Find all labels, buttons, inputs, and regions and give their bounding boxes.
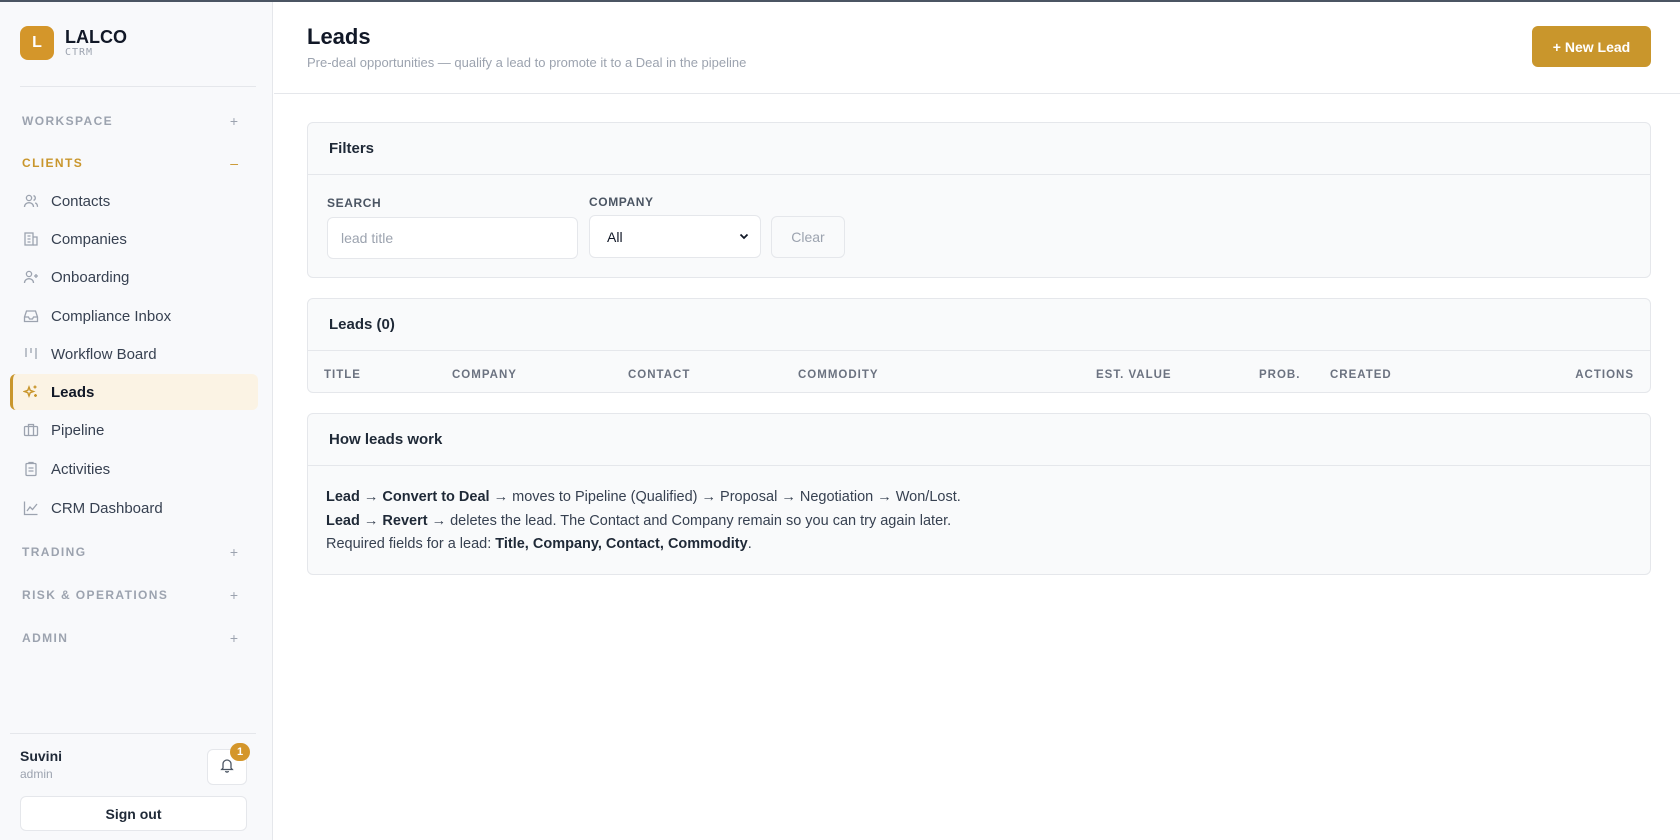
clipboard-icon (23, 461, 39, 477)
sidebar-item-label: Companies (51, 230, 127, 248)
filters-title: Filters (308, 123, 1650, 175)
sign-out-button[interactable]: Sign out (20, 796, 247, 831)
howto-line-required: Required fields for a lead: Title, Compa… (326, 536, 752, 552)
nav-group-trading[interactable]: TRADING + (22, 542, 244, 562)
sidebar-item-pipeline[interactable]: Pipeline (10, 412, 258, 448)
nav-group-label: WORKSPACE (22, 114, 114, 128)
sidebar-item-label: Contacts (51, 192, 111, 210)
company-select-value: All (607, 228, 623, 245)
divider (10, 733, 256, 734)
brand-name: LALCO (65, 26, 127, 47)
user-role: admin (20, 767, 53, 781)
nav-group-label: TRADING (22, 545, 87, 559)
how-leads-work-title: How leads work (308, 414, 1650, 466)
brand-logo: L (20, 26, 54, 60)
column-header-created[interactable]: CREATED (1330, 369, 1392, 381)
sidebar-item-contacts[interactable]: Contacts (10, 183, 258, 219)
column-header-est-value[interactable]: EST. VALUE (1096, 369, 1172, 381)
page-subtitle: Pre-deal opportunities — qualify a lead … (307, 55, 747, 70)
sidebar: L LALCO CTRM WORKSPACE + CLIENTS – Conta… (0, 2, 273, 840)
user-plus-icon (23, 269, 39, 285)
sidebar-item-label: Onboarding (51, 268, 130, 286)
expand-icon: + (229, 113, 238, 129)
search-label: SEARCH (327, 196, 382, 210)
nav-group-clients[interactable]: CLIENTS – (22, 153, 244, 173)
column-header-prob[interactable]: PROB. (1259, 369, 1300, 381)
kanban-icon (23, 346, 39, 362)
column-header-company[interactable]: COMPANY (452, 369, 517, 381)
expand-icon: + (229, 544, 238, 560)
users-icon (23, 193, 39, 209)
nav-group-admin[interactable]: ADMIN + (22, 628, 244, 648)
sparkles-icon (23, 384, 39, 400)
nav-group-label: RISK & OPERATIONS (22, 588, 169, 602)
briefcase-icon (23, 422, 39, 438)
sidebar-item-workflow-board[interactable]: Workflow Board (10, 336, 258, 372)
sidebar-item-label: Activities (51, 460, 111, 478)
bell-icon (219, 757, 235, 778)
column-header-commodity[interactable]: COMMODITY (798, 369, 879, 381)
company-select[interactable]: All (589, 215, 761, 258)
sidebar-item-companies[interactable]: Companies (10, 221, 258, 257)
column-header-title[interactable]: TITLE (324, 369, 361, 381)
sidebar-item-label: Compliance Inbox (51, 307, 172, 325)
user-name: Suvini (20, 748, 63, 764)
filters-card: Filters SEARCH COMPANY All Clear (307, 122, 1651, 278)
divider (20, 86, 256, 87)
search-input[interactable] (327, 217, 578, 259)
nav-group-label: ADMIN (22, 631, 69, 645)
sidebar-item-label: Pipeline (51, 421, 105, 439)
notification-count-badge: 1 (230, 743, 250, 761)
howto-line-convert: Lead → Convert to Deal → moves to Pipeli… (326, 489, 961, 505)
nav-group-label: CLIENTS (22, 156, 84, 170)
column-header-actions: ACTIONS (1575, 369, 1634, 381)
sidebar-item-label: Leads (51, 383, 95, 401)
expand-icon: + (229, 587, 238, 603)
howto-line-revert: Lead → Revert → deletes the lead. The Co… (326, 512, 952, 529)
building-icon (23, 231, 39, 247)
clear-filters-button[interactable]: Clear (771, 216, 845, 258)
page-title: Leads (307, 24, 371, 49)
sidebar-item-label: CRM Dashboard (51, 499, 163, 517)
leads-table-title: Leads (0) (308, 299, 1650, 351)
sidebar-item-activities[interactable]: Activities (10, 451, 258, 487)
nav-group-workspace[interactable]: WORKSPACE + (22, 111, 244, 131)
sidebar-item-crm-dashboard[interactable]: CRM Dashboard (10, 490, 258, 526)
expand-icon: + (229, 630, 238, 646)
inbox-icon (23, 308, 39, 324)
chevron-down-icon (738, 229, 750, 245)
leads-table-card: Leads (0) TITLE COMPANY CONTACT COMMODIT… (307, 298, 1651, 393)
line-chart-icon (23, 500, 39, 516)
nav-group-risk-operations[interactable]: RISK & OPERATIONS + (22, 585, 244, 605)
sidebar-item-label: Workflow Board (51, 345, 157, 363)
sidebar-item-leads[interactable]: Leads (10, 374, 258, 410)
page-header: Leads Pre-deal opportunities — qualify a… (274, 2, 1680, 94)
brand-subtitle: CTRM (65, 46, 94, 58)
company-label: COMPANY (589, 195, 654, 209)
how-leads-work-text: Lead → Convert to Deal → moves to Pipeli… (326, 486, 961, 557)
column-header-contact[interactable]: CONTACT (628, 369, 690, 381)
sidebar-item-onboarding[interactable]: Onboarding (10, 259, 258, 295)
sidebar-item-compliance-inbox[interactable]: Compliance Inbox (10, 298, 258, 334)
brand[interactable]: L LALCO CTRM (20, 26, 127, 60)
new-lead-button[interactable]: + New Lead (1532, 26, 1651, 67)
how-leads-work-card: How leads work Lead → Convert to Deal → … (307, 413, 1651, 575)
collapse-icon: – (230, 155, 238, 171)
